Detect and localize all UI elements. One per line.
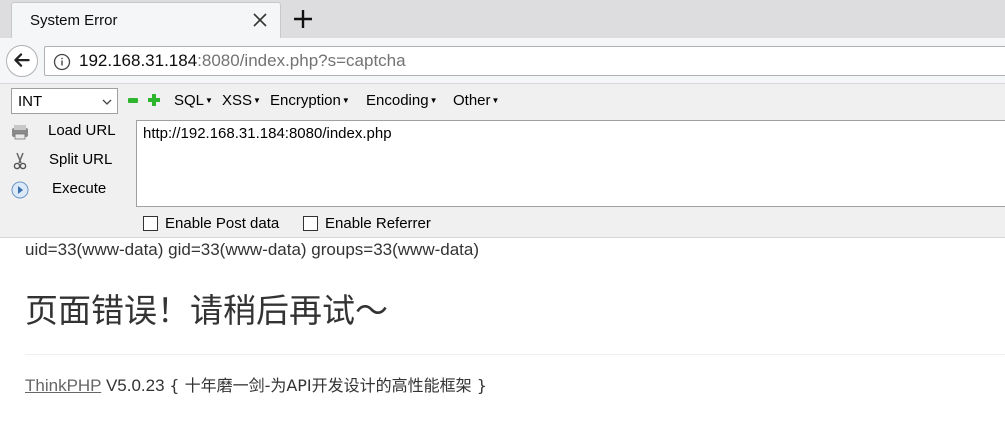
tab-title: System Error (30, 12, 118, 29)
increase-icon[interactable] (148, 94, 160, 106)
url-textarea-value: http://192.168.31.184:8080/index.php (143, 125, 392, 142)
menu-encoding[interactable]: Encoding▼ (366, 92, 437, 109)
back-button[interactable] (6, 45, 38, 77)
menu-sql[interactable]: SQL▼ (174, 92, 213, 109)
tab-strip: System Error (0, 0, 1005, 38)
url-bar[interactable]: 192.168.31.184:8080/index.php?s=captcha (44, 46, 1005, 76)
split-url-label: Split URL (49, 151, 113, 168)
enable-referrer-label: Enable Referrer (325, 215, 431, 232)
divider (25, 354, 1005, 355)
back-arrow-icon (14, 53, 30, 67)
error-title: 页面错误！请稍后再试～ (25, 291, 388, 330)
menu-other[interactable]: Other▼ (453, 92, 499, 109)
split-url-button[interactable]: Split URL (10, 149, 130, 173)
url-textarea[interactable]: http://192.168.31.184:8080/index.php (136, 120, 1005, 207)
chevron-down-icon (102, 99, 112, 105)
navigation-bar: 192.168.31.184:8080/index.php?s=captcha (0, 38, 1005, 84)
scissors-icon (13, 152, 27, 170)
execute-button[interactable]: Execute (10, 178, 130, 202)
menu-encryption[interactable]: Encryption▼ (270, 92, 350, 109)
tab-system-error[interactable]: System Error (11, 2, 281, 38)
execute-label: Execute (52, 180, 107, 197)
framework-version: V5.0.23 (105, 376, 165, 395)
enable-post-data-label: Enable Post data (165, 215, 280, 232)
checkbox-box[interactable] (143, 216, 158, 231)
url-host: 192.168.31.184 (79, 51, 198, 70)
info-icon[interactable] (53, 53, 71, 71)
url-text: 192.168.31.184:8080/index.php?s=captcha (79, 51, 406, 71)
play-icon (11, 181, 29, 199)
type-select[interactable]: INT (11, 88, 118, 114)
checkbox-box[interactable] (303, 216, 318, 231)
load-url-label: Load URL (48, 122, 116, 139)
menu-xss[interactable]: XSS▼ (222, 92, 261, 109)
framework-footer: ThinkPHP V5.0.23 { 十年磨一剑-为API开发设计的高性能框架 … (25, 372, 487, 396)
load-url-icon (12, 125, 28, 140)
decrease-icon[interactable] (128, 98, 138, 103)
hackbar: INT SQL▼ XSS▼ Encryption▼ Encoding▼ Othe… (0, 84, 1005, 238)
command-output: uid=33(www-data) gid=33(www-data) groups… (25, 240, 480, 259)
framework-slogan: { 十年磨一剑-为API开发设计的高性能框架 } (169, 376, 487, 395)
load-url-button[interactable]: Load URL (10, 120, 130, 144)
thinkphp-link[interactable]: ThinkPHP (25, 376, 101, 395)
close-icon[interactable] (250, 10, 270, 30)
page-content: uid=33(www-data) gid=33(www-data) groups… (0, 238, 1005, 444)
type-select-value: INT (18, 93, 43, 110)
plus-icon[interactable] (290, 6, 316, 32)
url-path: :8080/index.php?s=captcha (197, 51, 406, 70)
